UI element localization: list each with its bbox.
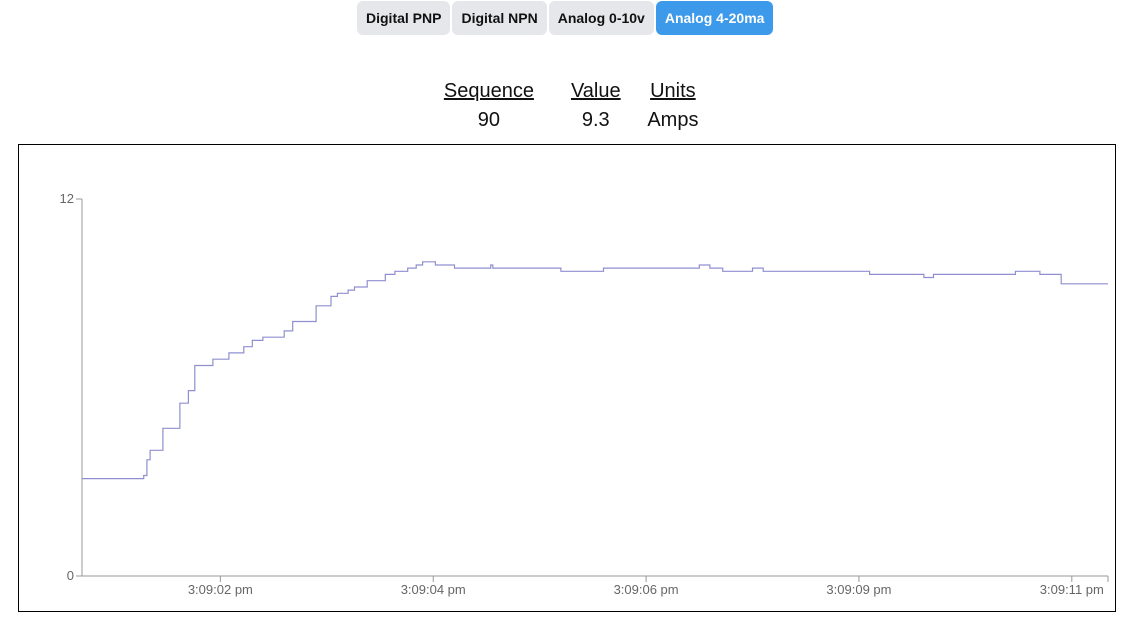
mode-tabs: Digital PNP Digital NPN Analog 0-10v Ana… (357, 1, 774, 35)
chart-panel: 0 12 3:09:02 pm 3:09:04 pm 3:09:06 pm 3:09:09… (18, 144, 1116, 612)
x-tick-label: 3:09:11 pm (1040, 582, 1104, 597)
tab-digital-npn[interactable]: Digital NPN (452, 1, 547, 35)
value-header: Value (570, 80, 621, 102)
tab-analog-4-20ma[interactable]: Analog 4-20ma (655, 1, 774, 35)
sequence-value: 90 (477, 109, 501, 131)
y-tick-label: 0 (67, 568, 74, 583)
units-value: Amps (647, 109, 699, 131)
x-tick-label: 3:09:04 pm (401, 582, 466, 597)
readout-table: Sequence Value Units 90 9.3 Amps (420, 78, 712, 132)
readout-panel: Sequence Value Units 90 9.3 Amps (420, 78, 712, 132)
sequence-header: Sequence (443, 80, 534, 102)
series-line (82, 261, 1108, 480)
line-chart: 0 12 3:09:02 pm 3:09:04 pm 3:09:06 pm 3:09:09… (60, 191, 1109, 597)
current-value: 9.3 (581, 109, 610, 131)
y-tick-label: 12 (60, 191, 74, 206)
tab-digital-pnp[interactable]: Digital PNP (357, 1, 451, 35)
units-header: Units (650, 80, 696, 102)
x-tick-label: 3:09:02 pm (188, 582, 253, 597)
x-tick-label: 3:09:06 pm (614, 582, 679, 597)
x-tick-label: 3:09:09 pm (826, 582, 891, 597)
tab-analog-0-10v[interactable]: Analog 0-10v (548, 1, 654, 35)
